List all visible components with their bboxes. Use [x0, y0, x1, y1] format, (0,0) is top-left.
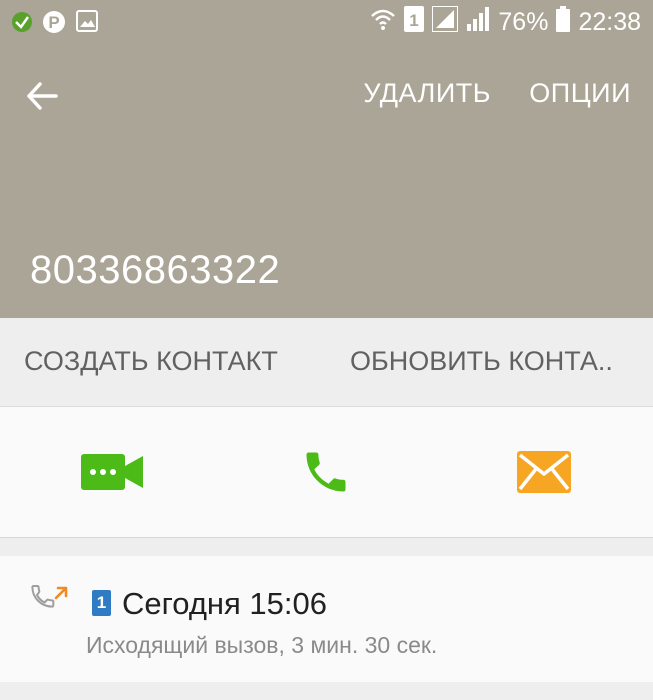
wifi-icon: [370, 7, 396, 38]
phone-number: 80336863322: [30, 248, 281, 292]
back-arrow-icon: [27, 82, 58, 110]
leaf-notification-icon: [10, 10, 34, 39]
call-date: Сегодня 15:06: [122, 586, 327, 621]
update-contact-button[interactable]: ОБНОВИТЬ КОНТА..: [350, 346, 635, 377]
gallery-icon: [76, 10, 98, 37]
call-details: Исходящий вызов, 3 мин. 30 сек.: [86, 632, 438, 658]
video-call-icon: [81, 454, 143, 490]
message-button[interactable]: [504, 437, 584, 507]
bottom-divider: [0, 682, 653, 700]
call-button[interactable]: [286, 437, 366, 507]
contact-header: P 1 76% 22:38 УДАЛИТЬ ОПЦИИ 80336863322: [0, 0, 653, 318]
outgoing-call-icon: [30, 584, 70, 625]
svg-text:1: 1: [410, 11, 419, 30]
envelope-icon: [517, 451, 571, 493]
video-call-button[interactable]: [72, 437, 152, 507]
back-button[interactable]: [22, 76, 62, 116]
section-divider: [0, 538, 653, 556]
pinterest-icon: P: [42, 10, 66, 39]
status-right: 1 76% 22:38: [370, 4, 641, 39]
sim-1-icon: 1: [404, 5, 425, 39]
call-log-item[interactable]: 1 Сегодня 15:06 Исходящий вызов, 3 мин. …: [0, 556, 653, 682]
create-contact-button[interactable]: СОЗДАТЬ КОНТАКТ: [24, 346, 278, 377]
status-bar: P 1 76% 22:38: [0, 0, 653, 44]
signal-icon: [431, 4, 460, 39]
signal-2-icon: [466, 6, 490, 39]
svg-text:P: P: [48, 13, 59, 32]
battery-percent: 76%: [498, 7, 549, 36]
sim-badge: 1: [92, 590, 111, 616]
phone-icon: [306, 452, 346, 492]
toolbar: УДАЛИТЬ ОПЦИИ: [0, 62, 653, 128]
clock: 22:38: [578, 7, 641, 36]
communication-row: [0, 407, 653, 538]
contact-actions-bar: СОЗДАТЬ КОНТАКТ ОБНОВИТЬ КОНТА..: [0, 318, 653, 407]
options-button[interactable]: ОПЦИИ: [529, 78, 631, 109]
delete-button[interactable]: УДАЛИТЬ: [363, 78, 491, 109]
battery-icon: [556, 5, 571, 39]
